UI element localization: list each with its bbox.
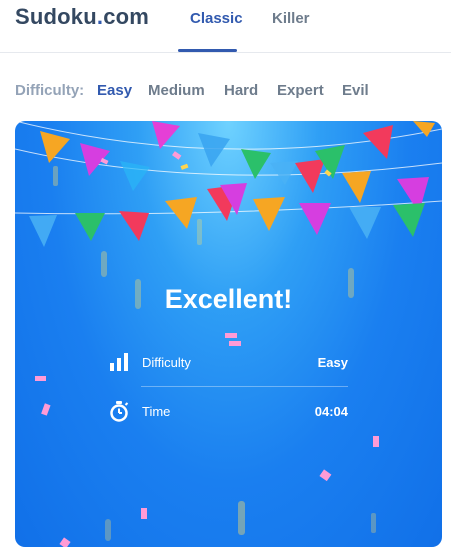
- tab-classic[interactable]: Classic: [190, 10, 243, 27]
- stat-row-time: Time 04:04: [108, 400, 348, 424]
- difficulty-option-evil[interactable]: Evil: [342, 82, 369, 99]
- stat-value: Easy: [317, 355, 348, 370]
- difficulty-option-hard[interactable]: Hard: [224, 82, 258, 99]
- stat-label: Time: [142, 404, 171, 419]
- tab-killer[interactable]: Killer: [272, 10, 310, 27]
- stat-label: Difficulty: [142, 355, 191, 370]
- stat-row-difficulty: Difficulty Easy: [108, 351, 348, 375]
- site-logo[interactable]: Sudoku.com: [15, 4, 149, 30]
- bars-icon: [110, 353, 128, 371]
- result-title: Excellent!: [164, 284, 293, 314]
- bunting-decoration: [15, 121, 442, 547]
- difficulty-option-easy[interactable]: Easy: [97, 82, 132, 99]
- stat-value: 04:04: [314, 404, 348, 419]
- top-header: Sudoku.com Classic Killer: [0, 0, 451, 53]
- stat-divider: [141, 386, 348, 387]
- stopwatch-icon: [110, 401, 129, 422]
- difficulty-option-expert[interactable]: Expert: [277, 82, 324, 99]
- result-card: Excellent! Difficulty Easy Time 04:04: [15, 121, 442, 547]
- difficulty-label: Difficulty:: [15, 82, 85, 99]
- difficulty-option-medium[interactable]: Medium: [148, 82, 205, 99]
- active-tab-indicator: [178, 49, 237, 52]
